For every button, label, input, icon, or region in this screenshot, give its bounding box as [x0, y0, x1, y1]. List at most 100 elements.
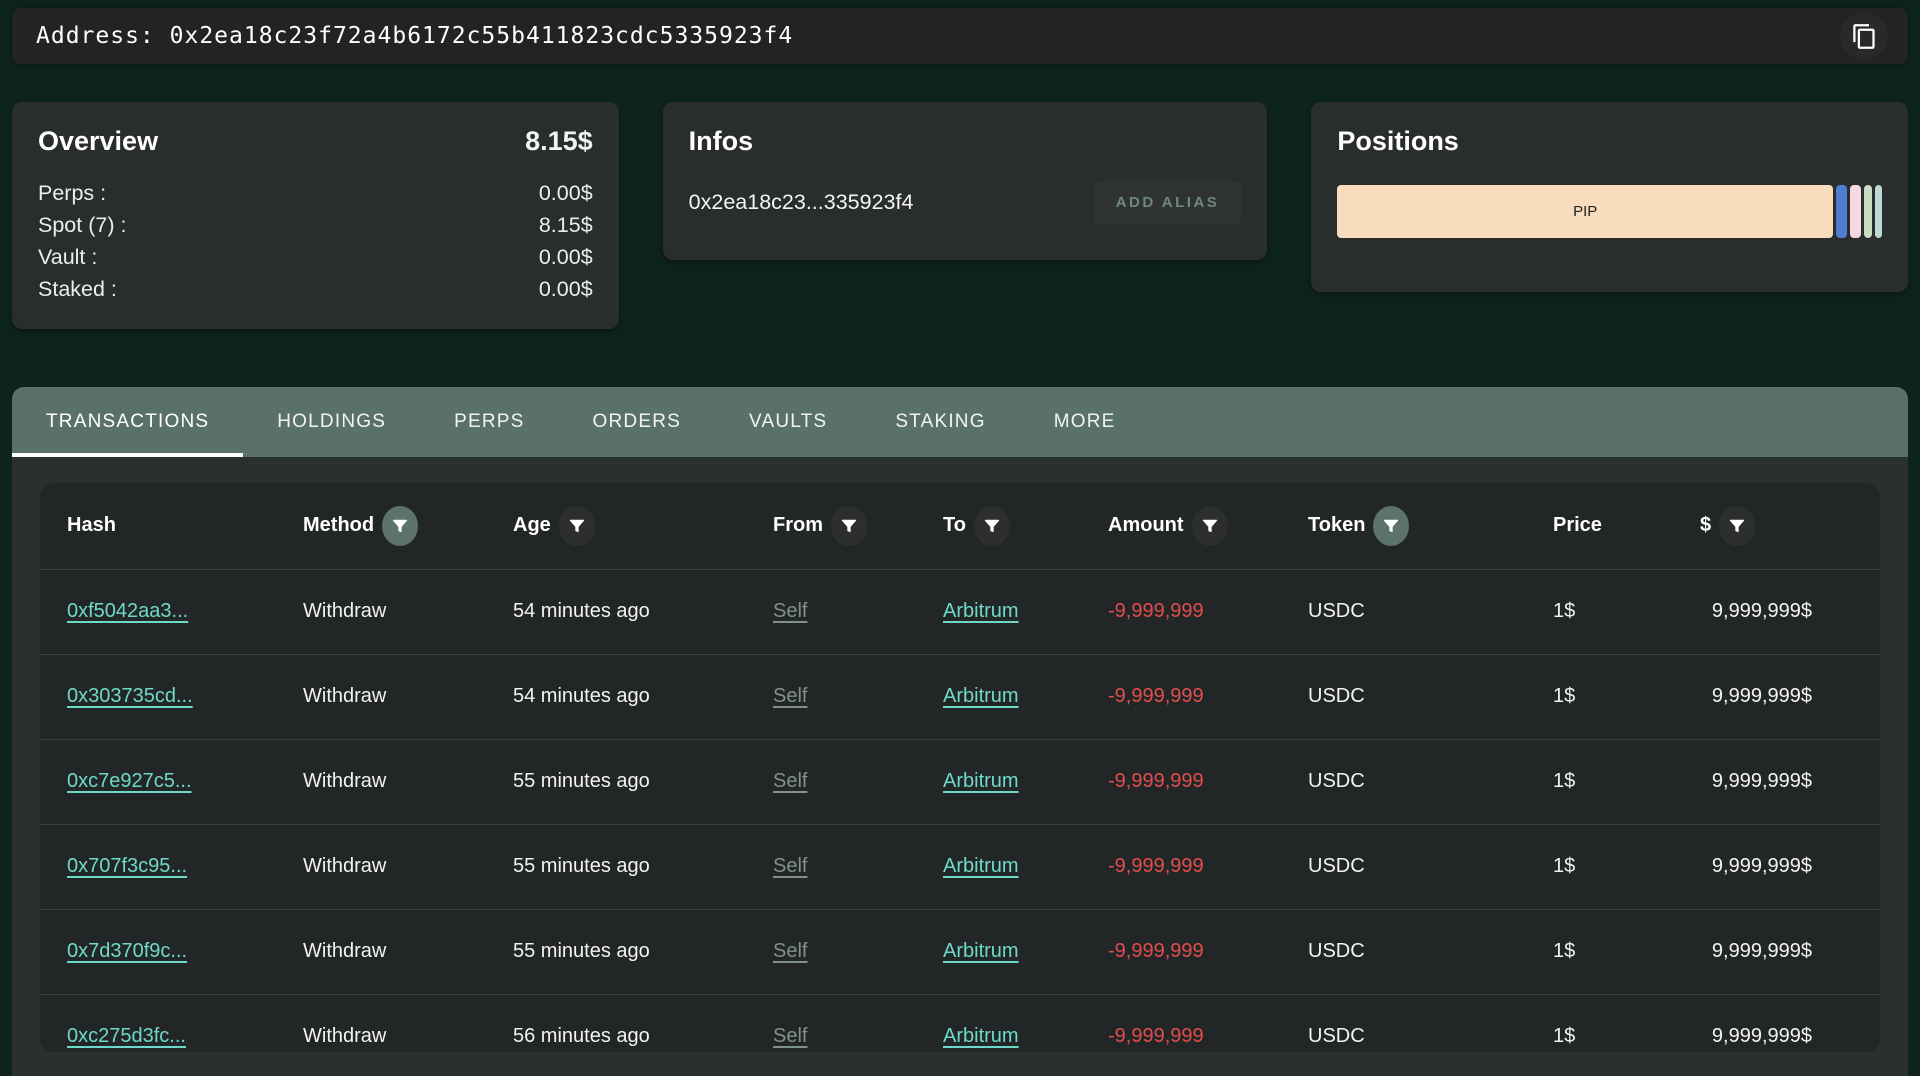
overview-row: Perps :0.00$ — [38, 177, 593, 209]
tx-hash-link[interactable]: 0x707f3c95... — [67, 855, 187, 877]
address-value: 0x2ea18c23f72a4b6172c55b411823cdc5335923… — [170, 23, 794, 49]
table-cell-price: 1$ — [1540, 824, 1685, 909]
table-cell-hash: 0xc7e927c5... — [40, 739, 290, 824]
tx-from-link[interactable]: Self — [773, 685, 807, 707]
overview-row-label: Perps : — [38, 177, 106, 209]
tx-to-link[interactable]: Arbitrum — [943, 1025, 1019, 1047]
table-cell-amount: -9,999,999 — [1095, 909, 1295, 994]
position-segment-label: PIP — [1573, 203, 1597, 220]
tx-from-link[interactable]: Self — [773, 940, 807, 962]
position-segment[interactable] — [1850, 185, 1861, 238]
tab-vaults[interactable]: VAULTS — [715, 387, 861, 457]
table-cell-to: Arbitrum — [930, 739, 1095, 824]
overview-row-label: Vault : — [38, 241, 97, 273]
overview-row: Vault :0.00$ — [38, 241, 593, 273]
tab-more[interactable]: MORE — [1020, 387, 1150, 457]
tx-dollar-value: 9,999,999$ — [1712, 855, 1812, 877]
tx-method: Withdraw — [303, 600, 386, 622]
filter-funnel-icon[interactable] — [1373, 506, 1409, 546]
tx-hash-link[interactable]: 0x7d370f9c... — [67, 940, 187, 962]
copy-address-button[interactable] — [1840, 12, 1888, 60]
tx-to-link[interactable]: Arbitrum — [943, 940, 1019, 962]
position-segment[interactable] — [1836, 185, 1847, 238]
column-header-from: From — [773, 514, 823, 537]
transactions-table: HashMethodAgeFromToAmountTokenPrice$ 0xf… — [40, 483, 1880, 1052]
table-header-cell: Method — [290, 483, 500, 569]
tx-dollar-value: 9,999,999$ — [1712, 600, 1812, 622]
table-cell-age: 55 minutes ago — [500, 909, 760, 994]
filter-funnel-icon[interactable] — [974, 506, 1010, 546]
tx-to-link[interactable]: Arbitrum — [943, 600, 1019, 622]
tx-hash-link[interactable]: 0x303735cd... — [67, 685, 193, 707]
table-cell-price: 1$ — [1540, 569, 1685, 654]
table-cell-to: Arbitrum — [930, 654, 1095, 739]
table-cell-price: 1$ — [1540, 739, 1685, 824]
tx-from-link[interactable]: Self — [773, 1025, 807, 1047]
table-cell-token: USDC — [1295, 994, 1540, 1052]
tx-from-link[interactable]: Self — [773, 600, 807, 622]
table-cell-hash: 0xc275d3fc... — [40, 994, 290, 1052]
address-label: Address: — [36, 23, 155, 49]
table-cell-price: 1$ — [1540, 909, 1685, 994]
filter-funnel-icon[interactable] — [1719, 506, 1755, 546]
column-header-value: $ — [1700, 514, 1711, 537]
position-segment[interactable] — [1875, 185, 1882, 238]
tx-hash-link[interactable]: 0xf5042aa3... — [67, 600, 188, 622]
tab-holdings[interactable]: HOLDINGS — [243, 387, 420, 457]
tx-dollar-value: 9,999,999$ — [1712, 1025, 1812, 1047]
tx-to-link[interactable]: Arbitrum — [943, 685, 1019, 707]
table-header-cell: Age — [500, 483, 760, 569]
tab-staking[interactable]: STAKING — [861, 387, 1019, 457]
table-cell-amount: -9,999,999 — [1095, 994, 1295, 1052]
overview-rows: Perps :0.00$Spot (7) :8.15$Vault :0.00$S… — [38, 177, 593, 305]
tx-price: 1$ — [1553, 1025, 1575, 1047]
table-cell-token: USDC — [1295, 739, 1540, 824]
table-cell-from: Self — [760, 909, 930, 994]
table-cell-age: 56 minutes ago — [500, 994, 760, 1052]
tx-amount: -9,999,999 — [1108, 940, 1204, 962]
table-header-cell: Token — [1295, 483, 1540, 569]
tx-to-link[interactable]: Arbitrum — [943, 855, 1019, 877]
filter-funnel-icon[interactable] — [1192, 506, 1228, 546]
tx-amount: -9,999,999 — [1108, 770, 1204, 792]
filter-funnel-icon[interactable] — [831, 506, 867, 546]
tx-dollar-value: 9,999,999$ — [1712, 940, 1812, 962]
tx-to-link[interactable]: Arbitrum — [943, 770, 1019, 792]
tx-hash-link[interactable]: 0xc7e927c5... — [67, 770, 192, 792]
copy-icon — [1851, 23, 1878, 50]
table-cell-value: 9,999,999$ — [1685, 909, 1880, 994]
tx-hash-link[interactable]: 0xc275d3fc... — [67, 1025, 186, 1047]
tab-orders[interactable]: ORDERS — [559, 387, 716, 457]
column-header-hash: Hash — [67, 514, 116, 537]
tx-price: 1$ — [1553, 600, 1575, 622]
tx-method: Withdraw — [303, 770, 386, 792]
column-header-price: Price — [1553, 514, 1602, 537]
table-cell-method: Withdraw — [290, 824, 500, 909]
position-segment[interactable] — [1864, 185, 1872, 238]
table-cell-from: Self — [760, 994, 930, 1052]
overview-row-value: 8.15$ — [539, 209, 593, 241]
table-cell-hash: 0x7d370f9c... — [40, 909, 290, 994]
table-cell-from: Self — [760, 739, 930, 824]
tx-price: 1$ — [1553, 685, 1575, 707]
filter-funnel-icon[interactable] — [559, 506, 595, 546]
table-cell-method: Withdraw — [290, 739, 500, 824]
table-cell-age: 54 minutes ago — [500, 569, 760, 654]
tx-token: USDC — [1308, 940, 1365, 962]
table-cell-age: 55 minutes ago — [500, 739, 760, 824]
table-cell-method: Withdraw — [290, 654, 500, 739]
table-cell-amount: -9,999,999 — [1095, 824, 1295, 909]
tx-from-link[interactable]: Self — [773, 855, 807, 877]
table-cell-hash: 0x707f3c95... — [40, 824, 290, 909]
tab-transactions[interactable]: TRANSACTIONS — [12, 387, 243, 457]
filter-funnel-icon[interactable] — [382, 506, 418, 546]
add-alias-button[interactable]: ADD ALIAS — [1094, 181, 1242, 224]
table-cell-to: Arbitrum — [930, 569, 1095, 654]
tx-amount: -9,999,999 — [1108, 685, 1204, 707]
column-header-to: To — [943, 514, 966, 537]
tx-from-link[interactable]: Self — [773, 770, 807, 792]
infos-title: Infos — [689, 126, 1242, 157]
overview-row-label: Spot (7) : — [38, 209, 126, 241]
position-segment[interactable]: PIP — [1337, 185, 1833, 238]
tab-perps[interactable]: PERPS — [420, 387, 558, 457]
